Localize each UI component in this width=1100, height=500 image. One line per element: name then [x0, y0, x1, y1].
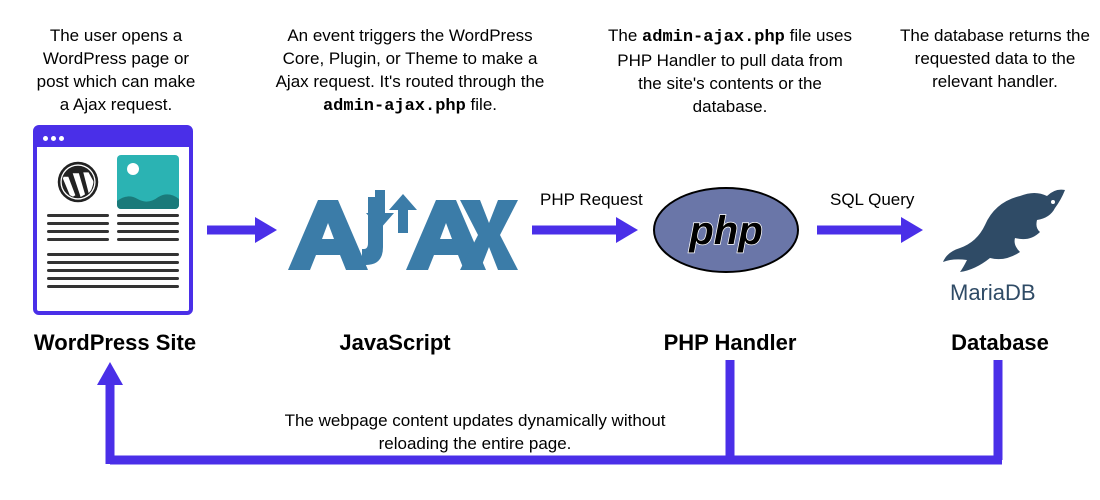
node-label-database: Database — [920, 330, 1080, 356]
arrow-label-php-request: PHP Request — [540, 190, 643, 210]
description-wordpress: The user opens a WordPress page or post … — [30, 25, 202, 117]
node-label-php: PHP Handler — [640, 330, 820, 356]
filename-text: admin-ajax.php — [323, 97, 466, 116]
description-php: The admin-ajax.php file uses PHP Handler… — [605, 25, 855, 119]
node-label-javascript: JavaScript — [305, 330, 485, 356]
text-fragment: An event triggers the WordPress Core, Pl… — [276, 26, 545, 91]
return-caption: The webpage content updates dynamically … — [265, 410, 685, 456]
arrow-js-to-php-icon — [530, 215, 640, 245]
mariadb-seal-icon — [935, 180, 1075, 285]
wordpress-logo-icon — [47, 155, 109, 209]
description-database: The database returns the requested data … — [900, 25, 1090, 94]
arrow-label-sql-query: SQL Query — [830, 190, 914, 210]
ajax-logo-icon — [288, 185, 518, 290]
filename-text: admin-ajax.php — [642, 28, 785, 47]
arrow-wp-to-js-icon — [205, 215, 280, 245]
description-javascript: An event triggers the WordPress Core, Pl… — [265, 25, 555, 119]
wordpress-site-icon — [33, 125, 193, 315]
browser-titlebar — [37, 129, 189, 147]
php-logo-icon: php — [652, 180, 800, 285]
image-placeholder-icon — [117, 155, 179, 209]
arrow-php-to-db-icon — [815, 215, 925, 245]
node-label-wordpress: WordPress Site — [25, 330, 205, 356]
svg-text:php: php — [688, 209, 762, 253]
text-fragment: file. — [466, 95, 497, 114]
mariadb-text: MariaDB — [950, 280, 1036, 306]
text-fragment: The — [608, 26, 642, 45]
